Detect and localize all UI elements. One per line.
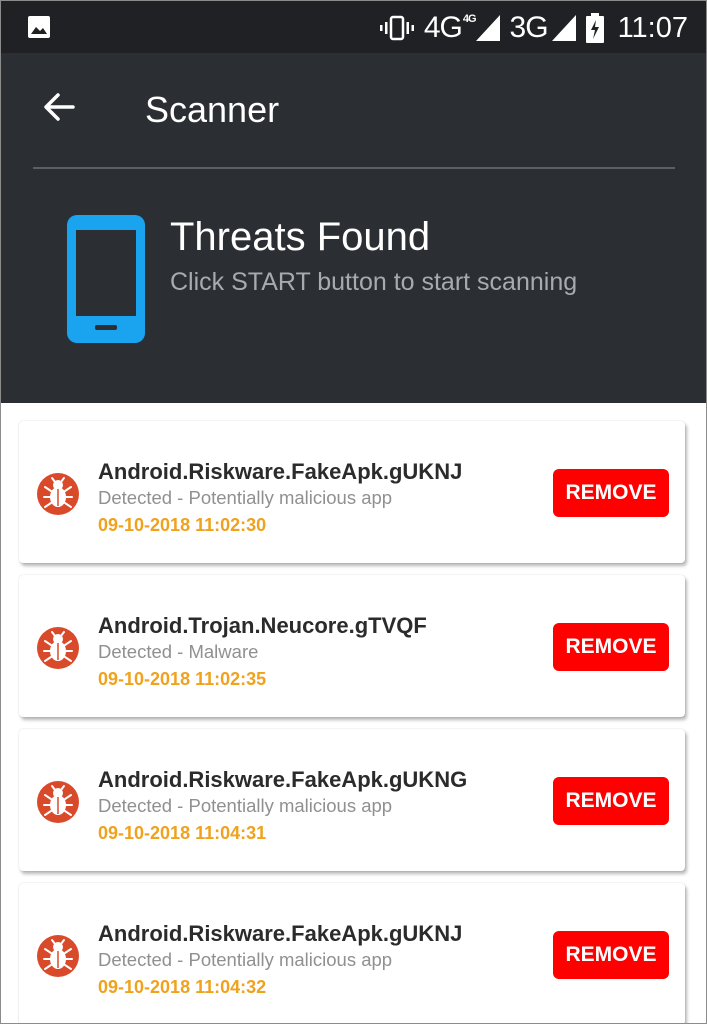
header: Scanner Threats Found Click START button… — [1, 53, 706, 403]
remove-button[interactable]: REMOVE — [553, 623, 669, 671]
threat-status: Detected - Potentially malicious app — [98, 795, 393, 816]
threat-list: Android.Riskware.FakeApk.gUKNJ Detected … — [1, 403, 706, 1023]
network-4g-sup: 4G — [462, 13, 477, 25]
bug-icon — [37, 473, 79, 515]
threat-name: Android.Trojan.Neucore.gTVQF — [98, 613, 427, 638]
image-icon — [28, 16, 50, 38]
network-3g: 3G — [510, 11, 576, 45]
vibrate-icon — [379, 15, 414, 41]
header-divider — [33, 167, 675, 169]
page-title: Scanner — [145, 89, 280, 130]
bug-icon — [37, 627, 79, 669]
status-bar: 4G 4G 3G 11:07 — [1, 1, 706, 53]
threat-card: Android.Riskware.FakeApk.gUKNJ Detected … — [19, 421, 685, 563]
network-4g: 4G 4G — [424, 11, 500, 45]
threat-status: Detected - Malware — [98, 641, 259, 662]
threats-subtitle: Click START button to start scanning — [170, 268, 578, 296]
remove-button[interactable]: REMOVE — [553, 469, 669, 517]
threats-heading: Threats Found — [170, 215, 431, 259]
threat-timestamp: 09-10-2018 11:02:30 — [98, 515, 267, 535]
screen: 4G 4G 3G 11:07 Scanner Threats Found Cli… — [0, 0, 707, 1024]
threat-name: Android.Riskware.FakeApk.gUKNJ — [98, 921, 463, 946]
remove-button[interactable]: REMOVE — [553, 931, 669, 979]
remove-button[interactable]: REMOVE — [553, 777, 669, 825]
signal-icon — [475, 15, 500, 41]
threat-status: Detected - Potentially malicious app — [98, 949, 393, 970]
threat-name: Android.Riskware.FakeApk.gUKNG — [98, 767, 468, 792]
bug-icon — [37, 935, 79, 977]
clock: 11:07 — [617, 11, 688, 44]
threat-card: Android.Riskware.FakeApk.gUKNG Detected … — [19, 729, 685, 871]
threat-timestamp: 09-10-2018 11:04:31 — [98, 823, 267, 843]
network-3g-label: 3G — [509, 11, 549, 44]
bug-icon — [37, 781, 79, 823]
threat-card: Android.Riskware.FakeApk.gUKNJ Detected … — [19, 883, 685, 1023]
signal-icon — [551, 15, 576, 41]
back-arrow-icon[interactable] — [41, 89, 77, 125]
threat-status: Detected - Potentially malicious app — [98, 487, 393, 508]
network-4g-label: 4G — [423, 11, 463, 44]
threat-name: Android.Riskware.FakeApk.gUKNJ — [98, 459, 463, 484]
threat-card: Android.Trojan.Neucore.gTVQF Detected - … — [19, 575, 685, 717]
phone-icon — [67, 215, 145, 343]
threat-timestamp: 09-10-2018 11:02:35 — [98, 669, 267, 689]
battery-charging-icon — [585, 13, 604, 43]
threat-timestamp: 09-10-2018 11:04:32 — [98, 977, 267, 997]
